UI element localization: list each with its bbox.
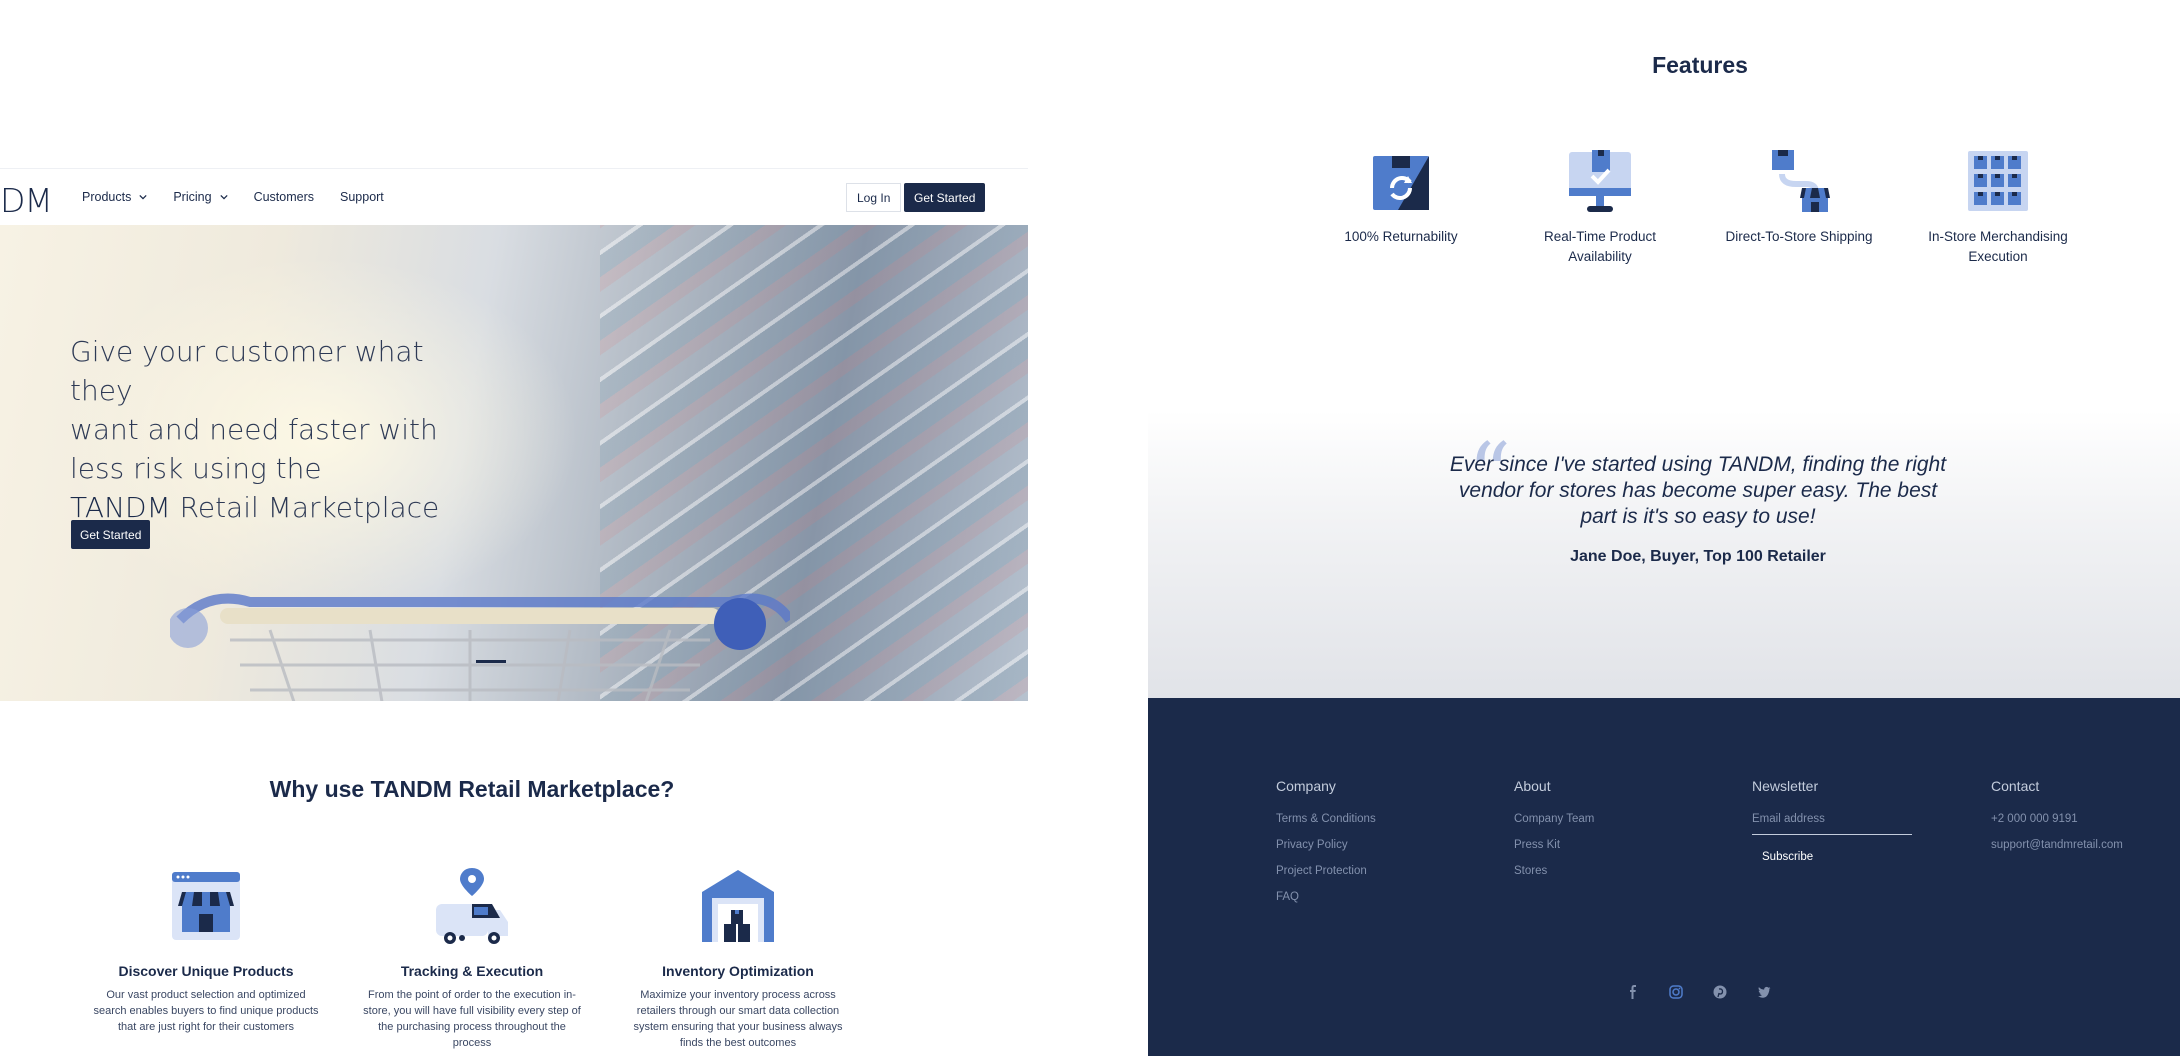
feature-availability: Real-Time Product Availability (1525, 148, 1675, 267)
delivery-truck-icon (436, 868, 508, 944)
card-title: Inventory Optimization (662, 963, 814, 979)
hero-line: less risk using the (70, 452, 322, 485)
footer-heading: Contact (1991, 778, 2040, 794)
feature-shipping: Direct-To-Store Shipping (1724, 148, 1874, 247)
footer-heading: Company (1276, 778, 1336, 794)
footer-contact: Contact +2 000 000 9191 support@tandmret… (1991, 778, 2123, 865)
subscribe-button[interactable]: Subscribe (1752, 851, 1912, 863)
shopping-cart-image (170, 593, 790, 701)
hero-line: want and need faster with (70, 413, 438, 446)
newsletter-email-input[interactable]: Email address (1752, 813, 1912, 835)
footer-link-protection[interactable]: Project Protection (1276, 865, 1376, 877)
features-title: Features (1652, 52, 1748, 78)
storefront-icon (172, 872, 240, 940)
nav-menu: Products Pricing Customers Support (82, 169, 384, 225)
pinterest-icon[interactable] (1712, 984, 1728, 1000)
feature-label: Real-Time Product Availability (1543, 229, 1657, 264)
feature-label: In-Store Merchandising Execution (1928, 229, 2068, 264)
landing-page-left: DM Products Pricing Customers Support Lo… (0, 0, 1148, 1056)
footer-link-faq[interactable]: FAQ (1276, 891, 1376, 903)
footer-link-press[interactable]: Press Kit (1514, 839, 1594, 851)
footer-link-team[interactable]: Company Team (1514, 813, 1594, 825)
footer-newsletter: Newsletter Email address Subscribe (1752, 778, 1912, 863)
contact-email[interactable]: support@tandmretail.com (1991, 839, 2123, 851)
card-description: From the point of order to the execution… (363, 989, 581, 1049)
carousel-indicator[interactable] (476, 660, 506, 663)
feature-label: 100% Returnability (1344, 229, 1458, 244)
chevron-down-icon (139, 194, 147, 200)
card-title: Tracking & Execution (400, 963, 544, 979)
monitor-icon (1569, 150, 1631, 212)
hero-line-rest: Retail Marketplace (179, 491, 440, 524)
nav-item-label: Support (340, 190, 384, 204)
footer: Company Terms & Conditions Privacy Polic… (1148, 698, 2180, 1056)
nav-item-label: Products (82, 190, 132, 204)
footer-heading: About (1514, 778, 1551, 794)
why-card-discover: Discover Unique Products Our vast produc… (93, 866, 319, 1035)
nav-item-support[interactable]: Support (340, 190, 384, 204)
footer-link-stores[interactable]: Stores (1514, 865, 1594, 877)
get-started-button[interactable]: Get Started (904, 183, 986, 212)
why-section-title: Why use TANDM Retail Marketplace? (269, 776, 675, 802)
hero-banner: Give your customer what they want and ne… (0, 225, 1028, 701)
feature-label: Direct-To-Store Shipping (1725, 229, 1873, 244)
landing-page-right: Features 100% Returnability Real-Time Pr… (1148, 0, 2180, 1056)
footer-company: Company Terms & Conditions Privacy Polic… (1276, 778, 1376, 917)
chevron-down-icon (219, 194, 228, 200)
facebook-icon[interactable] (1625, 984, 1641, 1000)
top-navbar: DM Products Pricing Customers Support Lo… (0, 168, 1028, 224)
testimonial-section: “ Ever since I've started using TANDM, f… (1148, 410, 2180, 698)
footer-link-terms[interactable]: Terms & Conditions (1276, 813, 1376, 825)
instagram-icon[interactable] (1668, 984, 1684, 1000)
why-card-tracking: Tracking & Execution From the point of o… (359, 866, 585, 1051)
why-card-inventory: Inventory Optimization Maximize your inv… (625, 866, 851, 1051)
card-title: Discover Unique Products (118, 963, 294, 979)
shelf-grid-icon (1968, 151, 2028, 211)
feature-merchandising: In-Store Merchandising Execution (1923, 148, 2073, 267)
hero-get-started-button[interactable]: Get Started (71, 520, 151, 549)
testimonial-author: Jane Doe, Buyer, Top 100 Retailer (1570, 548, 1826, 565)
twitter-icon[interactable] (1756, 984, 1772, 1000)
footer-link-privacy[interactable]: Privacy Policy (1276, 839, 1376, 851)
footer-heading: Newsletter (1752, 778, 1819, 794)
warehouse-icon (702, 870, 774, 942)
nav-item-customers[interactable]: Customers (254, 190, 314, 204)
hero-headline: Give your customer what they want and ne… (70, 332, 490, 527)
feature-returnability: 100% Returnability (1326, 148, 1476, 247)
hero-line: Give your customer what they (70, 335, 424, 407)
card-description: Our vast product selection and optimized… (93, 989, 319, 1033)
logo[interactable]: DM (0, 181, 53, 220)
shipping-store-icon (1772, 150, 1830, 212)
contact-phone[interactable]: +2 000 000 9191 (1991, 813, 2123, 825)
card-description: Maximize your inventory process across r… (633, 989, 843, 1049)
nav-item-label: Pricing (173, 190, 212, 204)
testimonial-quote: Ever since I've started using TANDM, fin… (1449, 453, 1947, 528)
return-box-icon (1373, 156, 1429, 210)
nav-item-pricing[interactable]: Pricing (173, 190, 228, 204)
login-button[interactable]: Log In (846, 183, 902, 212)
nav-item-products[interactable]: Products (82, 190, 147, 204)
nav-item-label: Customers (253, 190, 314, 204)
footer-about: About Company Team Press Kit Stores (1514, 778, 1594, 891)
